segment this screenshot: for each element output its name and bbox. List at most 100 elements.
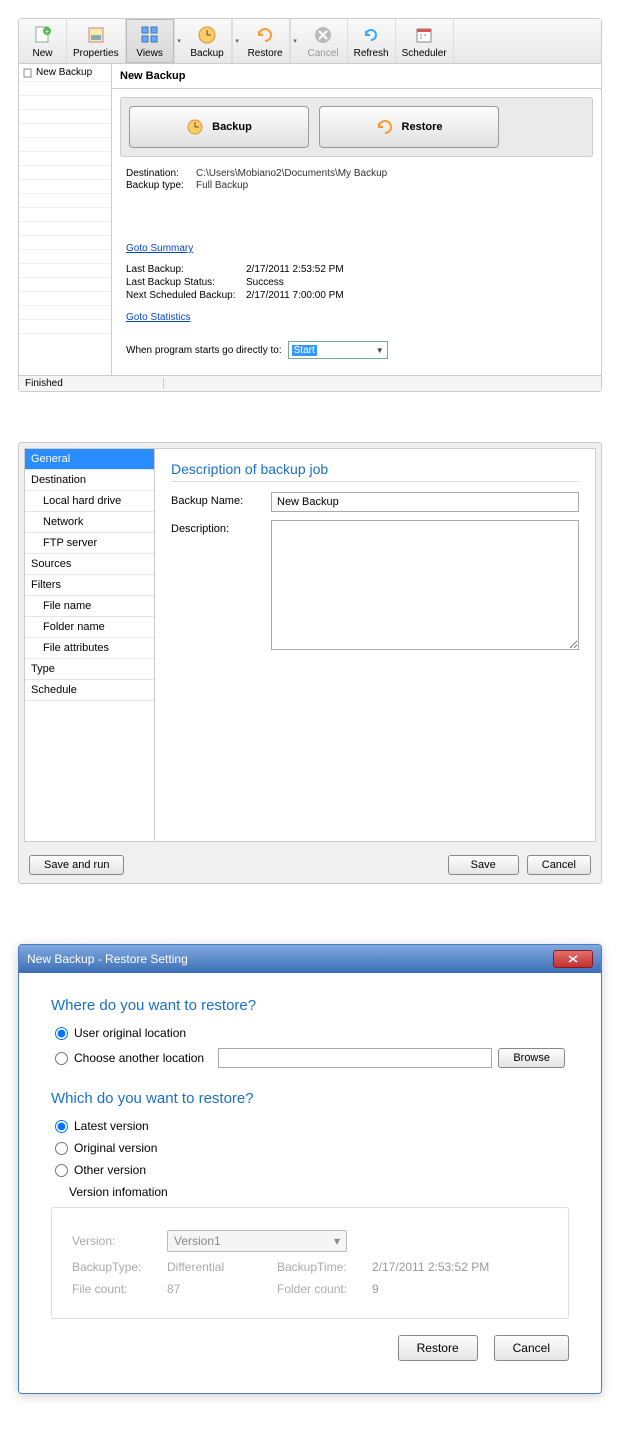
- restore-button[interactable]: Restore: [242, 19, 290, 63]
- last-backup-label: Last Backup:: [126, 264, 246, 275]
- restore-footer: Restore Cancel: [51, 1335, 569, 1369]
- location-input[interactable]: [218, 1048, 492, 1068]
- refresh-icon: [360, 24, 382, 46]
- tree-item[interactable]: New Backup: [19, 64, 111, 82]
- scheduler-button[interactable]: Scheduler: [396, 19, 454, 63]
- nav-local[interactable]: Local hard drive: [25, 491, 154, 512]
- refresh-button[interactable]: Refresh: [348, 19, 396, 63]
- btime-value: 2/17/2011 2:53:52 PM: [372, 1260, 489, 1274]
- toolbar: + New Properties Views ▾ Backup ▾ Restor…: [19, 19, 601, 64]
- next-value: 2/17/2011 7:00:00 PM: [246, 290, 344, 301]
- views-dropdown[interactable]: ▾: [174, 19, 184, 63]
- tree-doc-icon: [23, 68, 33, 78]
- nav-general[interactable]: General: [25, 449, 154, 470]
- radio-latest[interactable]: [55, 1120, 68, 1133]
- views-label: Views: [136, 48, 163, 59]
- version-value: Version1: [174, 1234, 221, 1248]
- restore-cancel-button[interactable]: Cancel: [494, 1335, 569, 1361]
- properties-button[interactable]: Properties: [67, 19, 126, 63]
- scheduler-label: Scheduler: [402, 48, 447, 59]
- restore-icon: [376, 118, 394, 136]
- goto-row: When program starts go directly to: Star…: [112, 331, 601, 375]
- which-title: Which do you want to restore?: [51, 1090, 569, 1107]
- last-backup-value: 2/17/2011 2:53:52 PM: [246, 264, 344, 275]
- summary-block: Goto Summary Last Backup:2/17/2011 2:53:…: [112, 232, 601, 331]
- views-icon: [139, 24, 161, 46]
- close-button[interactable]: [553, 950, 593, 968]
- content-pane: New Backup Backup Restore Destination:C:…: [112, 64, 601, 375]
- goto-value: Start: [292, 345, 317, 356]
- nav-foldername[interactable]: Folder name: [25, 617, 154, 638]
- name-label: Backup Name:: [171, 492, 271, 507]
- radio-original-label: User original location: [74, 1026, 186, 1040]
- save-run-button[interactable]: Save and run: [29, 855, 124, 875]
- goto-label: When program starts go directly to:: [126, 345, 282, 356]
- version-select[interactable]: Version1 ▾: [167, 1230, 347, 1252]
- config-dialog: General Destination Local hard drive Net…: [18, 442, 602, 884]
- radio-latest-label: Latest version: [74, 1119, 149, 1133]
- backup-name-input[interactable]: [271, 492, 579, 512]
- config-footer: Save and run Save Cancel: [19, 847, 601, 883]
- goto-stats-link[interactable]: Goto Statistics: [126, 312, 190, 323]
- new-button[interactable]: + New: [19, 19, 67, 63]
- restore-dialog: New Backup - Restore Setting Where do yo…: [18, 944, 602, 1394]
- big-restore-button[interactable]: Restore: [319, 106, 499, 148]
- views-button[interactable]: Views: [126, 19, 174, 63]
- radio-another-location[interactable]: [55, 1052, 68, 1065]
- goto-combo[interactable]: Start ▼: [288, 341, 388, 359]
- radio-original-version[interactable]: [55, 1142, 68, 1155]
- next-label: Next Scheduled Backup:: [126, 290, 246, 301]
- backup-dropdown[interactable]: ▾: [232, 19, 242, 63]
- nav-destination[interactable]: Destination: [25, 470, 154, 491]
- chevron-down-icon: ▼: [376, 346, 384, 355]
- nav-sources[interactable]: Sources: [25, 554, 154, 575]
- restore-action-button[interactable]: Restore: [398, 1335, 478, 1361]
- radio-other-label: Other version: [74, 1163, 146, 1177]
- cancel-button[interactable]: Cancel: [527, 855, 591, 875]
- dest-value: C:\Users\Mobiano2\Documents\My Backup: [196, 168, 387, 179]
- radio-original-location[interactable]: [55, 1027, 68, 1040]
- nav-filters[interactable]: Filters: [25, 575, 154, 596]
- nav-schedule[interactable]: Schedule: [25, 680, 154, 701]
- refresh-label: Refresh: [354, 48, 389, 59]
- tree-item-label: New Backup: [36, 67, 92, 78]
- nav-network[interactable]: Network: [25, 512, 154, 533]
- chevron-down-icon: ▾: [334, 1234, 340, 1248]
- config-nav: General Destination Local hard drive Net…: [25, 449, 155, 841]
- backup-label: Backup: [190, 48, 223, 59]
- clock-icon: [186, 118, 204, 136]
- btime-label: BackupTime:: [277, 1260, 362, 1274]
- save-button[interactable]: Save: [448, 855, 519, 875]
- nav-filename[interactable]: File name: [25, 596, 154, 617]
- btype-label: BackupType:: [72, 1260, 157, 1274]
- big-backup-label: Backup: [212, 121, 252, 133]
- description-input[interactable]: [271, 520, 579, 650]
- nav-type[interactable]: Type: [25, 659, 154, 680]
- backup-button[interactable]: Backup: [184, 19, 232, 63]
- dest-label: Destination:: [126, 168, 196, 179]
- nav-ftp[interactable]: FTP server: [25, 533, 154, 554]
- config-title: Description of backup job: [171, 461, 579, 482]
- close-icon: [567, 954, 579, 964]
- fcount-label: File count:: [72, 1282, 157, 1296]
- version-info-label: Version infomation: [69, 1185, 569, 1199]
- big-backup-button[interactable]: Backup: [129, 106, 309, 148]
- restore-dropdown[interactable]: ▾: [290, 19, 300, 63]
- restore-title: New Backup - Restore Setting: [27, 952, 188, 966]
- big-restore-label: Restore: [402, 121, 443, 133]
- scheduler-icon: [413, 24, 435, 46]
- action-box: Backup Restore: [120, 97, 593, 157]
- restore-label: Restore: [248, 48, 283, 59]
- btype-value: Differential: [167, 1260, 267, 1274]
- cancel-button: Cancel: [300, 19, 348, 63]
- foldcount-value: 9: [372, 1282, 379, 1296]
- browse-button[interactable]: Browse: [498, 1048, 565, 1068]
- goto-summary-link[interactable]: Goto Summary: [126, 243, 193, 254]
- nav-fileattr[interactable]: File attributes: [25, 638, 154, 659]
- version-label: Version:: [72, 1234, 157, 1248]
- radio-other-version[interactable]: [55, 1164, 68, 1177]
- restore-icon: [254, 24, 276, 46]
- properties-label: Properties: [73, 48, 119, 59]
- status-value: Success: [246, 277, 284, 288]
- cancel-icon: [312, 24, 334, 46]
